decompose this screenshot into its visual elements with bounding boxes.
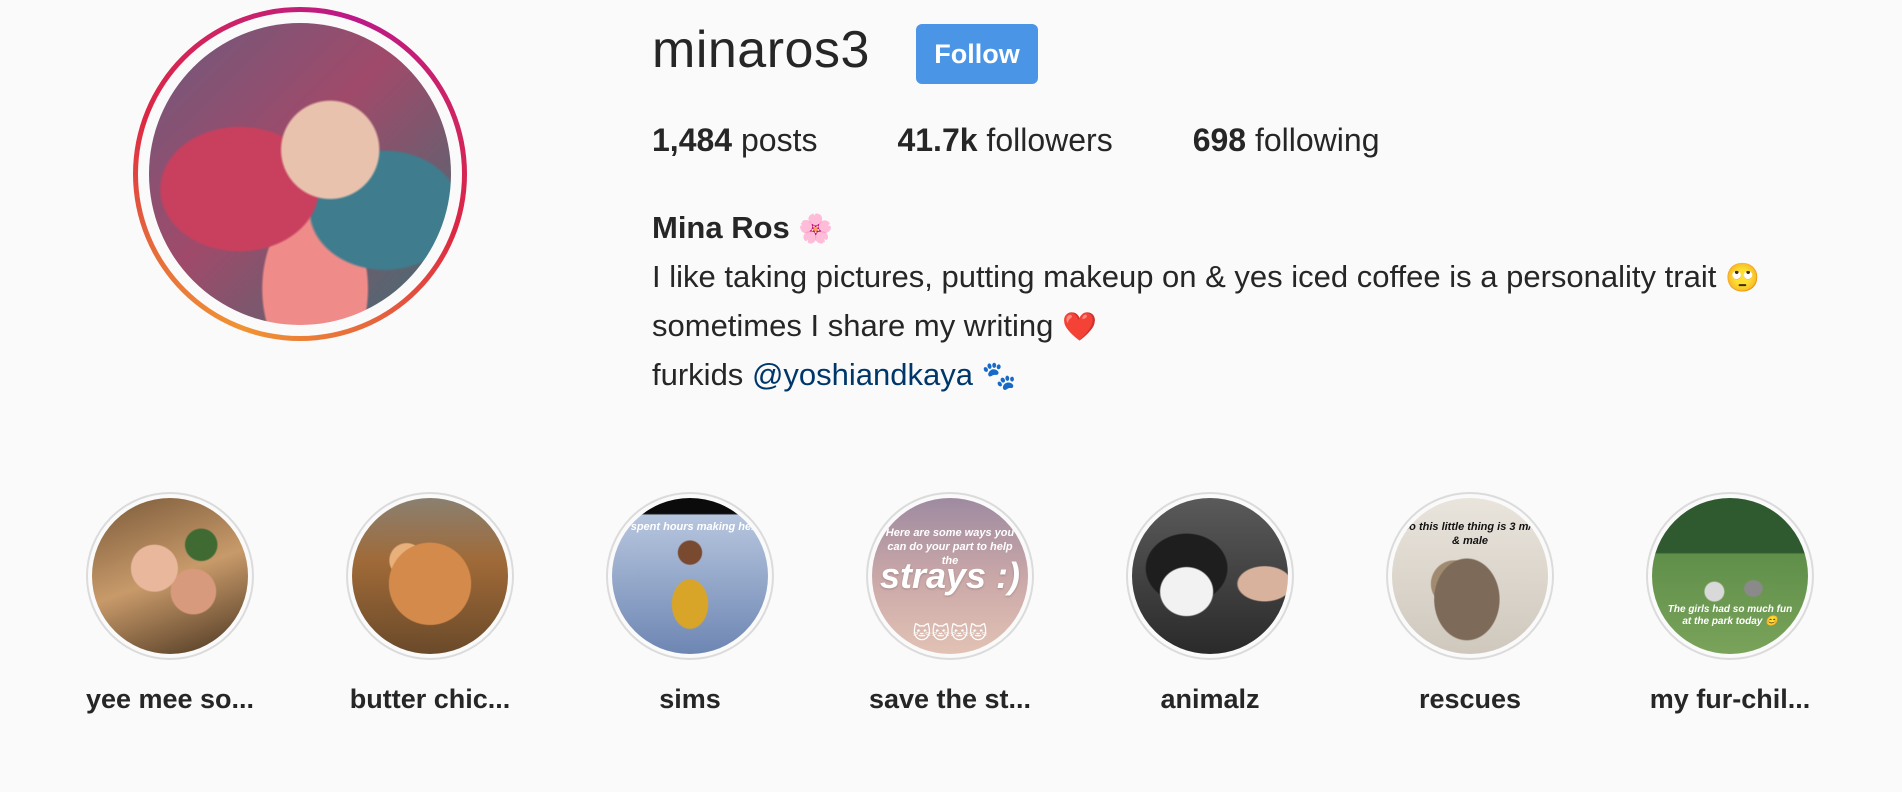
highlight-caption: The girls had so much fun at the park to…: [1667, 604, 1793, 627]
username: minaros3: [652, 21, 870, 79]
highlight-label: my fur-chil...: [1649, 684, 1811, 714]
highlight-cover: Here are some ways you can do your part …: [872, 498, 1028, 654]
posts-stat: 1,484 posts: [652, 122, 817, 159]
highlight-cover: I spent hours making her: [612, 498, 768, 654]
highlight-label: save the st...: [868, 684, 1032, 714]
profile-avatar-story-ring[interactable]: [133, 7, 467, 341]
highlight-ring[interactable]: Here are some ways you can do your part …: [866, 492, 1034, 660]
highlight-caption: So this little thing is 3 m/o & male: [1401, 521, 1539, 547]
highlight-ring[interactable]: So this little thing is 3 m/o & male: [1386, 492, 1554, 660]
bio-text-2: sometimes I share my writing: [652, 308, 1054, 343]
followers-stat[interactable]: 41.7k followers: [897, 122, 1112, 159]
highlight-label: yee mee so...: [85, 684, 255, 714]
highlight-caption-top: Here are some ways you can do your part …: [885, 527, 1015, 567]
highlight-item[interactable]: yee mee so...: [55, 492, 285, 715]
avatar[interactable]: [149, 23, 451, 325]
profile-page: minaros3 Follow 1,484 posts 41.7k follow…: [0, 0, 1902, 792]
highlight-ring[interactable]: [346, 492, 514, 660]
highlight-cover: So this little thing is 3 m/o & male: [1392, 498, 1548, 654]
following-count: 698: [1192, 122, 1247, 158]
bio-text-3: furkids: [652, 357, 744, 392]
profile-stats: 1,484 posts 41.7k followers 698 followin…: [652, 122, 1459, 159]
full-name: Mina Ros: [652, 210, 790, 245]
posts-label: posts: [740, 122, 818, 158]
highlight-cover: [352, 498, 508, 654]
highlight-label: sims: [659, 684, 721, 714]
followers-label: followers: [986, 122, 1113, 158]
follow-button[interactable]: Follow: [916, 24, 1038, 84]
followers-count: 41.7k: [897, 122, 978, 158]
cat-emojis: 🐱🐱🐱🐱: [912, 623, 988, 644]
highlight-item[interactable]: The girls had so much fun at the park to…: [1615, 492, 1845, 715]
following-label: following: [1254, 122, 1380, 158]
highlight-ring[interactable]: [1126, 492, 1294, 660]
highlight-item[interactable]: So this little thing is 3 m/o & male res…: [1355, 492, 1585, 715]
bio-line-2: sometimes I share my writing ❤️: [652, 302, 1760, 351]
highlight-ring[interactable]: [86, 492, 254, 660]
highlight-label: butter chic...: [349, 684, 511, 714]
highlight-item[interactable]: butter chic...: [315, 492, 545, 715]
highlight-caption: I spent hours making her: [624, 521, 756, 533]
posts-count: 1,484: [652, 122, 733, 158]
eye-roll-emoji: 🙄: [1724, 261, 1760, 294]
highlight-cover: [1132, 498, 1288, 654]
highlight-label: animalz: [1160, 684, 1260, 714]
highlight-ring[interactable]: I spent hours making her: [606, 492, 774, 660]
profile-bio: Mina Ros 🌸 I like taking pictures, putti…: [652, 204, 1760, 400]
cherry-blossom-emoji: 🌸: [798, 212, 834, 245]
highlight-ring[interactable]: The girls had so much fun at the park to…: [1646, 492, 1814, 660]
bio-line-3: furkids @yoshiandkaya 🐾: [652, 351, 1760, 400]
bio-line-1: I like taking pictures, putting makeup o…: [652, 253, 1760, 302]
bio-text-1: I like taking pictures, putting makeup o…: [652, 259, 1717, 294]
mention-link[interactable]: @yoshiandkaya: [752, 357, 973, 392]
highlight-cover: [92, 498, 248, 654]
bio-name-line: Mina Ros 🌸: [652, 204, 1760, 253]
highlight-item[interactable]: animalz: [1095, 492, 1325, 715]
avatar-gap: [138, 12, 462, 336]
following-stat[interactable]: 698 following: [1193, 122, 1380, 159]
paw-prints-emoji: 🐾: [981, 359, 1017, 392]
highlight-label: rescues: [1418, 684, 1522, 714]
highlight-cover: The girls had so much fun at the park to…: [1652, 498, 1808, 654]
heart-emoji: ❤️: [1062, 310, 1097, 343]
highlight-item[interactable]: Here are some ways you can do your part …: [835, 492, 1065, 715]
highlight-item[interactable]: I spent hours making her sims: [575, 492, 805, 715]
